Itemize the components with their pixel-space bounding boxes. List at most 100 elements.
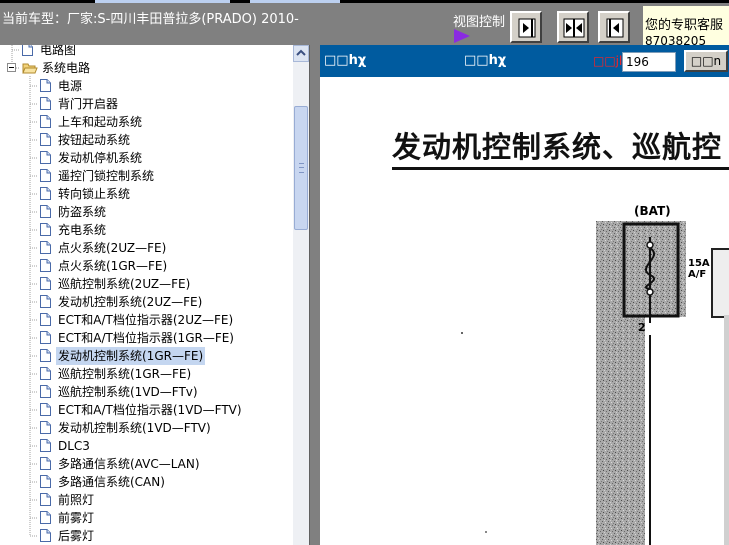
- tree-item-label: ECT和A/T档位指示器(2UZ—FE): [58, 313, 234, 327]
- document-icon: [40, 223, 51, 236]
- document-icon: [40, 277, 51, 290]
- scroll-thumb[interactable]: [294, 106, 308, 230]
- arrow-left-bar-icon: [606, 18, 624, 38]
- next-page-link[interactable]: □□hχ: [464, 53, 506, 68]
- document-icon: [40, 457, 51, 470]
- tree-item[interactable]: DLC3: [0, 437, 293, 455]
- tree-item[interactable]: 上车和起动系统: [0, 113, 293, 131]
- document-icon: [40, 205, 51, 218]
- minus-icon: [9, 67, 14, 68]
- fuse-rating: 15A: [688, 258, 710, 269]
- tree-item[interactable]: 转向锁止系统: [0, 185, 293, 203]
- document-icon: [40, 421, 51, 434]
- document-icon: [40, 349, 51, 362]
- view-button-expand-left[interactable]: [598, 11, 630, 43]
- document-toolbar: □□hχ □□hχ □□jl □□n: [320, 45, 729, 77]
- document-icon: [40, 133, 51, 146]
- tree-scrollbar[interactable]: [293, 45, 309, 545]
- tree-item[interactable]: 发动机停机系统: [0, 149, 293, 167]
- tree-item[interactable]: ECT和A/T档位指示器(1GR—FE): [0, 329, 293, 347]
- document-icon: [40, 151, 51, 164]
- tree-item-label: 按钮起动系统: [58, 133, 131, 147]
- collapse-toggle-icon[interactable]: [7, 63, 16, 72]
- document-viewer: □□hχ □□hχ □□jl □□n: [320, 45, 729, 545]
- arrows-split-icon: [563, 18, 585, 38]
- scan-speck: [485, 531, 487, 533]
- document-icon: [40, 115, 51, 128]
- document-icon: [40, 511, 51, 524]
- scroll-grip-icon: [299, 163, 304, 173]
- document-icon: [40, 295, 51, 308]
- prev-page-link[interactable]: □□hχ: [324, 53, 366, 68]
- tree-item-label: 点火系统(2UZ—FE): [58, 241, 167, 255]
- tree-item-label: 发动机控制系统(1VD—FTV): [58, 421, 211, 435]
- document-icon: [40, 187, 51, 200]
- tree-item-label: 巡航控制系统(2UZ—FE): [58, 277, 191, 291]
- document-icon: [40, 331, 51, 344]
- tree-item[interactable]: 发动机控制系统(1GR—FE): [0, 347, 293, 365]
- tree-item-label: 上车和起动系统: [58, 115, 143, 129]
- scroll-up-button[interactable]: [293, 45, 309, 62]
- tree-item-label: 后雾灯: [58, 529, 95, 543]
- document-icon: [40, 493, 51, 506]
- customer-service-label: 您的专职客服: [645, 18, 724, 33]
- chevron-up-icon: [296, 49, 306, 56]
- tree-item[interactable]: 背门开启器: [0, 95, 293, 113]
- open-folder-icon: [22, 63, 38, 74]
- tree-item[interactable]: 电路图: [0, 45, 293, 59]
- tree-item-label: 前照灯: [58, 493, 95, 507]
- tree-item-label: ECT和A/T档位指示器(1VD—FTV): [58, 403, 242, 417]
- tree-item-label: 发动机控制系统(2UZ—FE): [58, 295, 203, 309]
- tree-item[interactable]: 巡航控制系统(1VD—FTv): [0, 383, 293, 401]
- title-underline: [392, 167, 729, 170]
- go-to-page-button[interactable]: □□n: [684, 50, 728, 72]
- tree-item[interactable]: 前雾灯: [0, 509, 293, 527]
- document-icon: [40, 79, 51, 92]
- top-strip-highlight: [95, 0, 230, 3]
- tree-item[interactable]: 按钮起动系统: [0, 131, 293, 149]
- document-icon: [40, 367, 51, 380]
- tree-item[interactable]: 防盗系统: [0, 203, 293, 221]
- tree-item[interactable]: 多路通信系统(AVC—LAN): [0, 455, 293, 473]
- tree-item[interactable]: 巡航控制系统(1GR—FE): [0, 365, 293, 383]
- top-strip: [0, 0, 729, 3]
- tree-item[interactable]: 电源: [0, 77, 293, 95]
- tree-item[interactable]: 发动机控制系统(2UZ—FE): [0, 293, 293, 311]
- tree-item-label: 发动机停机系统: [58, 151, 143, 165]
- page-number-input[interactable]: [622, 52, 676, 72]
- view-control-arrow-icon: [454, 29, 470, 43]
- tree-item-label: 背门开启器: [58, 97, 119, 111]
- customer-service-box: 您的专职客服 87038205: [643, 6, 729, 45]
- tree-item[interactable]: ECT和A/T档位指示器(1VD—FTV): [0, 401, 293, 419]
- document-icon: [40, 403, 51, 416]
- tree-item[interactable]: ECT和A/T档位指示器(2UZ—FE): [0, 311, 293, 329]
- view-control-label: 视图控制: [453, 15, 506, 30]
- bat-label: (BAT): [634, 204, 671, 218]
- document-icon: [40, 259, 51, 272]
- tree-item[interactable]: 发动机控制系统(1VD—FTV): [0, 419, 293, 437]
- tree-item[interactable]: 点火系统(1GR—FE): [0, 257, 293, 275]
- document-icon: [40, 313, 51, 326]
- top-strip-highlight: [250, 0, 340, 3]
- tree-item[interactable]: 充电系统: [0, 221, 293, 239]
- view-button-split[interactable]: [557, 11, 589, 43]
- document-icon: [40, 385, 51, 398]
- tree-item[interactable]: 点火系统(2UZ—FE): [0, 239, 293, 257]
- tree-item-label: 电路图: [40, 45, 77, 57]
- tree-item[interactable]: 前照灯: [0, 491, 293, 509]
- document-icon: [40, 475, 51, 488]
- tree-item[interactable]: 后雾灯: [0, 527, 293, 545]
- tree-item[interactable]: 多路通信系统(CAN): [0, 473, 293, 491]
- view-button-expand-right[interactable]: [510, 11, 542, 43]
- tree-item-label: 系统电路: [42, 61, 91, 75]
- pane-splitter[interactable]: [309, 45, 320, 545]
- tree-item[interactable]: 巡航控制系统(2UZ—FE): [0, 275, 293, 293]
- fuse-terminal: [646, 288, 654, 296]
- tree-item-label: 遥控门锁控制系统: [58, 169, 155, 183]
- tree-folder-item[interactable]: 系统电路: [0, 59, 293, 77]
- edge-bar: [724, 315, 729, 545]
- tree-item-label: 充电系统: [58, 223, 107, 237]
- tree-item[interactable]: 遥控门锁控制系统: [0, 167, 293, 185]
- document-icon: [40, 529, 51, 542]
- fuse-name: A/F: [688, 269, 707, 280]
